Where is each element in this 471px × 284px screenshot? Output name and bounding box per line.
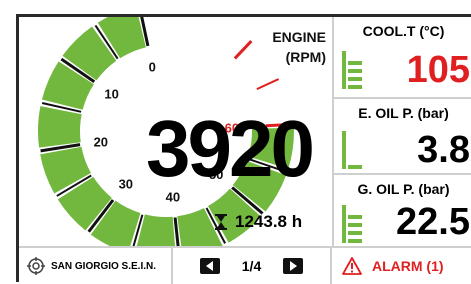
- brand-segment: SAN GIORGIO S.E.I.N.: [19, 248, 173, 284]
- level-bar-stem: [342, 131, 346, 169]
- level-bar-segment: [348, 53, 362, 57]
- gear-oil-pressure-level-bars: [342, 205, 362, 243]
- alarm-warning-icon: [342, 257, 362, 275]
- level-bar-stem: [342, 51, 346, 89]
- gear-oil-pressure-panel[interactable]: G. OIL P. (bar) 22.5: [334, 175, 471, 246]
- level-bar-segment: [348, 239, 362, 243]
- level-bar-segment: [348, 231, 362, 235]
- gauge-scale-label: 20: [94, 134, 108, 149]
- brand-logo-icon: [27, 257, 45, 275]
- engine-oil-pressure-level-bars: [342, 131, 362, 169]
- next-page-button[interactable]: [283, 258, 304, 274]
- level-bar-segment: [348, 157, 362, 161]
- rpm-gauge-area: 0 10 20 30 40 50 60 ENGINE (RPM) 3920 1243.8 h: [19, 17, 332, 246]
- level-bar-segment: [348, 133, 362, 137]
- gauge-minor-tick: [256, 78, 280, 91]
- next-page-icon: [290, 261, 298, 271]
- level-bar-segment: [348, 165, 362, 169]
- coolant-temp-title: COOL.T (°C): [362, 23, 445, 39]
- gauge-scale-label: 30: [119, 176, 133, 191]
- hourglass-icon: [215, 214, 227, 230]
- alarm-segment[interactable]: ALARM (1): [332, 248, 471, 284]
- engine-display-screen: 0 10 20 30 40 50 60 ENGINE (RPM) 3920 1243.8 h…: [16, 14, 471, 284]
- gauge-major-tick: [233, 40, 253, 60]
- level-bar-segment: [348, 223, 362, 227]
- engine-rpm-title: ENGINE (RPM): [272, 27, 326, 67]
- level-bar-segment: [348, 69, 362, 73]
- level-bar-segment: [348, 207, 362, 211]
- engine-title-line1: ENGINE: [272, 29, 326, 45]
- rpm-readout: 3920: [146, 104, 315, 193]
- coolant-temp-value: 105: [406, 49, 470, 91]
- engine-oil-pressure-title: E. OIL P. (bar): [358, 105, 449, 121]
- level-bar-segment: [348, 61, 362, 65]
- level-bar-segment: [348, 77, 362, 81]
- page-navigation: 1/4: [173, 248, 332, 284]
- engine-oil-pressure-panel[interactable]: E. OIL P. (bar) 3.8: [334, 99, 471, 175]
- engine-oil-pressure-value: 3.8: [417, 129, 470, 171]
- gauge-scale-label: 0: [149, 59, 156, 74]
- gear-oil-pressure-title: G. OIL P. (bar): [357, 181, 450, 197]
- level-bar-segment: [348, 141, 362, 145]
- alarm-status: ALARM (1): [372, 258, 444, 274]
- level-bar-segment: [348, 85, 362, 89]
- brand-name: SAN GIORGIO S.E.I.N.: [51, 260, 157, 272]
- engine-title-line2: (RPM): [285, 49, 326, 65]
- prev-page-icon: [205, 261, 213, 271]
- engine-hours: 1243.8 h: [215, 212, 302, 232]
- level-bar-segment: [348, 215, 362, 219]
- engine-hours-value: 1243.8 h: [235, 212, 303, 231]
- coolant-temp-panel[interactable]: COOL.T (°C) 105: [334, 17, 471, 99]
- gauge-green-segment: [37, 106, 82, 148]
- gear-oil-pressure-value: 22.5: [396, 201, 470, 243]
- sensor-panels: COOL.T (°C) 105 E. OIL P. (bar) 3.8 G. O…: [332, 17, 471, 246]
- gauge-scale-label: 10: [104, 87, 118, 102]
- prev-page-button[interactable]: [199, 258, 220, 274]
- footer-bar: SAN GIORGIO S.E.I.N. 1/4 ALARM (1): [19, 246, 471, 284]
- page-indicator: 1/4: [241, 258, 262, 274]
- level-bar-stem: [342, 205, 346, 243]
- coolant-level-bars: [342, 51, 362, 89]
- level-bar-segment: [348, 149, 362, 153]
